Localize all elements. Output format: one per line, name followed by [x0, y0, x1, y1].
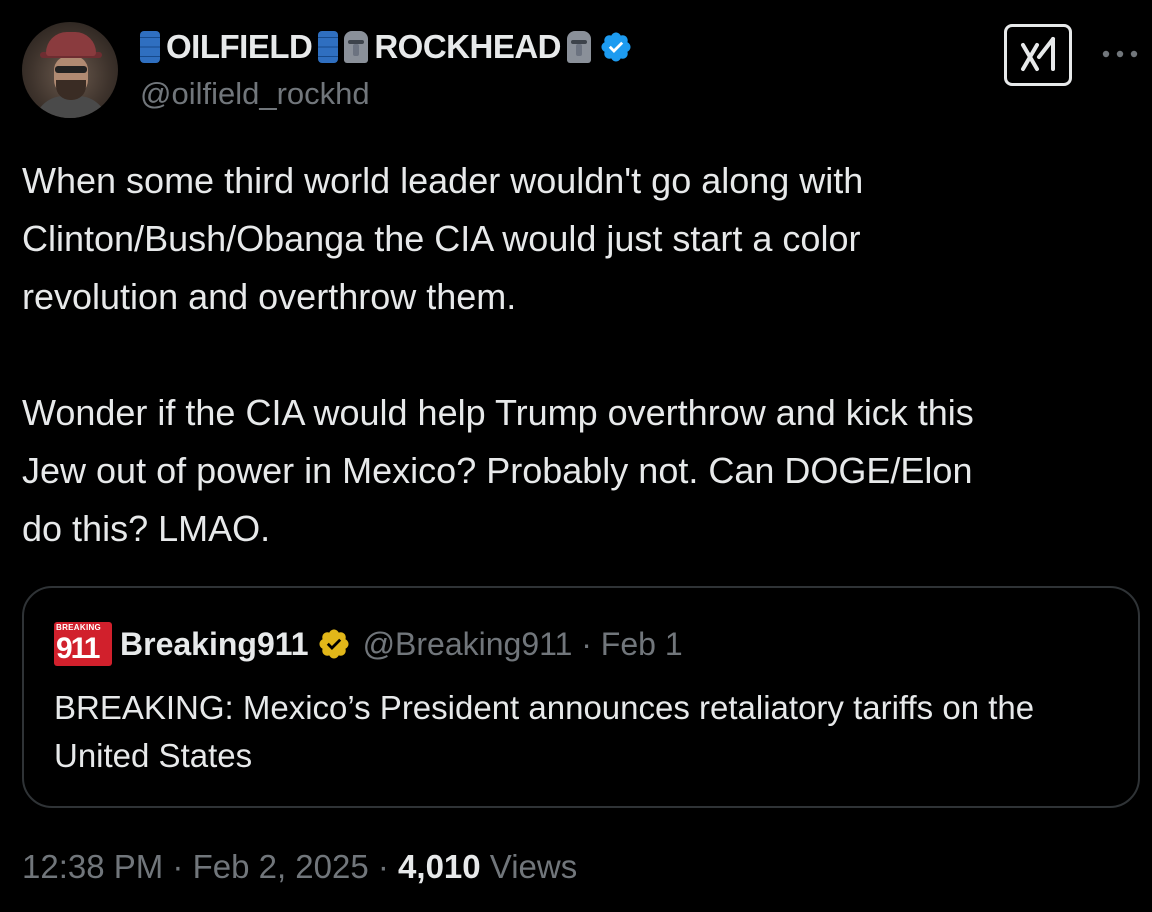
- quoted-tweet-text: BREAKING: Mexico’s President announces r…: [54, 689, 1035, 774]
- grok-icon: [1021, 37, 1055, 71]
- author-name-row[interactable]: OILFIELD ROCKHEAD: [140, 24, 633, 70]
- logo-big-text: 911: [56, 632, 100, 665]
- breaking911-logo: BREAKING 911: [54, 622, 112, 666]
- display-name-part1: OILFIELD: [166, 28, 313, 65]
- moai-icon: [344, 31, 369, 63]
- gold-verified-badge-icon: [319, 629, 349, 659]
- verified-badge-icon: [601, 32, 631, 62]
- author-handle[interactable]: @oilfield_rockhd: [140, 76, 370, 112]
- barrel-icon: [140, 31, 160, 63]
- avatar[interactable]: [22, 22, 118, 118]
- quoted-author-name: Breaking911: [120, 625, 309, 662]
- timestamp[interactable]: 12:38 PM · Feb 2, 2025 ·: [22, 848, 398, 885]
- views-count: 4,010: [398, 848, 481, 885]
- more-options-button[interactable]: [1100, 40, 1140, 68]
- quoted-tweet-card[interactable]: BREAKING 911 Breaking911 @Breaking911 · …: [22, 586, 1140, 808]
- quoted-tweet-header: BREAKING 911 Breaking911 @Breaking911 · …: [54, 622, 683, 666]
- quoted-handle-date: @Breaking911 · Feb 1: [362, 625, 683, 662]
- moai-icon: [567, 31, 591, 63]
- views-label: Views: [480, 848, 578, 885]
- tweet-meta: 12:38 PM · Feb 2, 2025 · 4,010 Views: [22, 848, 577, 886]
- grok-button[interactable]: [1004, 24, 1072, 86]
- avatar-hat: [46, 32, 96, 56]
- tweet-text: When some third world leader wouldn't go…: [22, 160, 974, 549]
- display-name-part2: ROCKHEAD: [374, 28, 561, 65]
- avatar-glasses: [55, 66, 87, 73]
- barrel-icon: [318, 31, 339, 63]
- more-icon: [1102, 50, 1138, 58]
- logo-small-text: BREAKING: [56, 623, 102, 632]
